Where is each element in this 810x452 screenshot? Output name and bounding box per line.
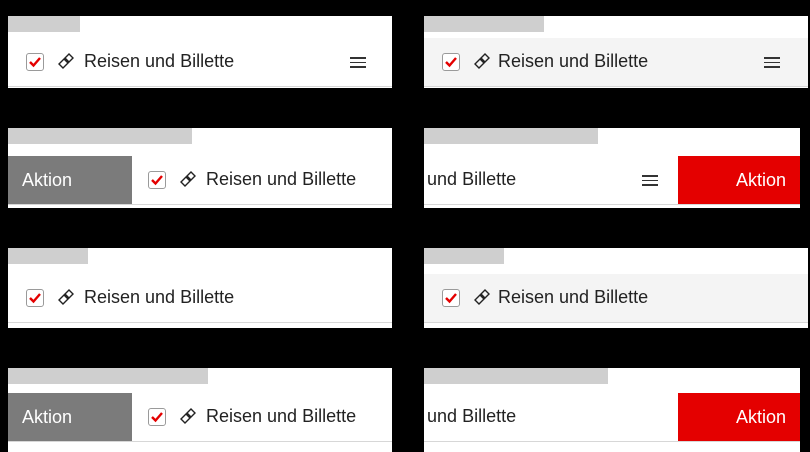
caption-bar (424, 16, 544, 32)
tickets-icon (58, 53, 74, 69)
action-button[interactable]: Aktion (678, 393, 800, 441)
caption-bar (424, 248, 504, 264)
example-no-handle-swipe-left: Reisen und Billette Aktion (424, 368, 800, 452)
list-item[interactable]: Reisen und Billette Aktion (424, 156, 800, 205)
example-selected: Reisen und Billette (424, 16, 808, 88)
example-swipe-left: Reisen und Billette Aktion (424, 128, 800, 208)
example-no-handle-selected: Reisen und Billette (424, 248, 808, 328)
list-item[interactable]: Aktion Reisen und Billette (8, 393, 392, 442)
list-item[interactable]: Reisen und Billette (424, 38, 808, 87)
caption-bar (8, 16, 80, 32)
item-label: Reisen und Billette (206, 169, 357, 189)
tickets-icon (474, 53, 490, 69)
example-no-handle-swipe-right: Aktion Reisen und Billette (8, 368, 392, 452)
drag-handle-icon[interactable] (350, 57, 366, 69)
caption-bar (8, 128, 192, 144)
checkbox[interactable] (442, 289, 460, 307)
checkbox[interactable] (148, 408, 166, 426)
tickets-icon (180, 408, 196, 424)
action-button[interactable]: Aktion (8, 156, 132, 204)
list-item[interactable]: Reisen und Billette (424, 274, 808, 323)
list-item[interactable]: Reisen und Billette (8, 274, 392, 323)
checkbox[interactable] (26, 53, 44, 71)
item-label: Reisen und Billette (424, 169, 517, 189)
list-item[interactable]: Reisen und Billette (8, 38, 392, 87)
tickets-icon (58, 289, 74, 305)
checkbox[interactable] (442, 53, 460, 71)
action-button[interactable]: Aktion (678, 156, 800, 204)
caption-bar (424, 368, 608, 384)
tickets-icon (180, 171, 196, 187)
example-default: Reisen und Billette (8, 16, 392, 88)
item-label: Reisen und Billette (84, 287, 235, 307)
tickets-icon (474, 289, 490, 305)
drag-handle-icon[interactable] (642, 175, 658, 187)
example-swipe-right: Aktion Reisen und Billette (8, 128, 392, 208)
checkbox[interactable] (26, 289, 44, 307)
caption-bar (8, 248, 88, 264)
example-no-handle: Reisen und Billette (8, 248, 392, 328)
item-label: Reisen und Billette (84, 51, 235, 71)
action-button[interactable]: Aktion (8, 393, 132, 441)
item-label: Reisen und Billette (424, 406, 517, 426)
caption-bar (424, 128, 598, 144)
drag-handle-icon[interactable] (764, 57, 780, 69)
list-item[interactable]: Aktion Reisen und Billette (8, 156, 392, 205)
caption-bar (8, 368, 208, 384)
list-item[interactable]: Reisen und Billette Aktion (424, 393, 800, 442)
item-label: Reisen und Billette (498, 51, 649, 71)
item-label: Reisen und Billette (206, 406, 357, 426)
item-label: Reisen und Billette (498, 287, 649, 307)
checkbox[interactable] (148, 171, 166, 189)
